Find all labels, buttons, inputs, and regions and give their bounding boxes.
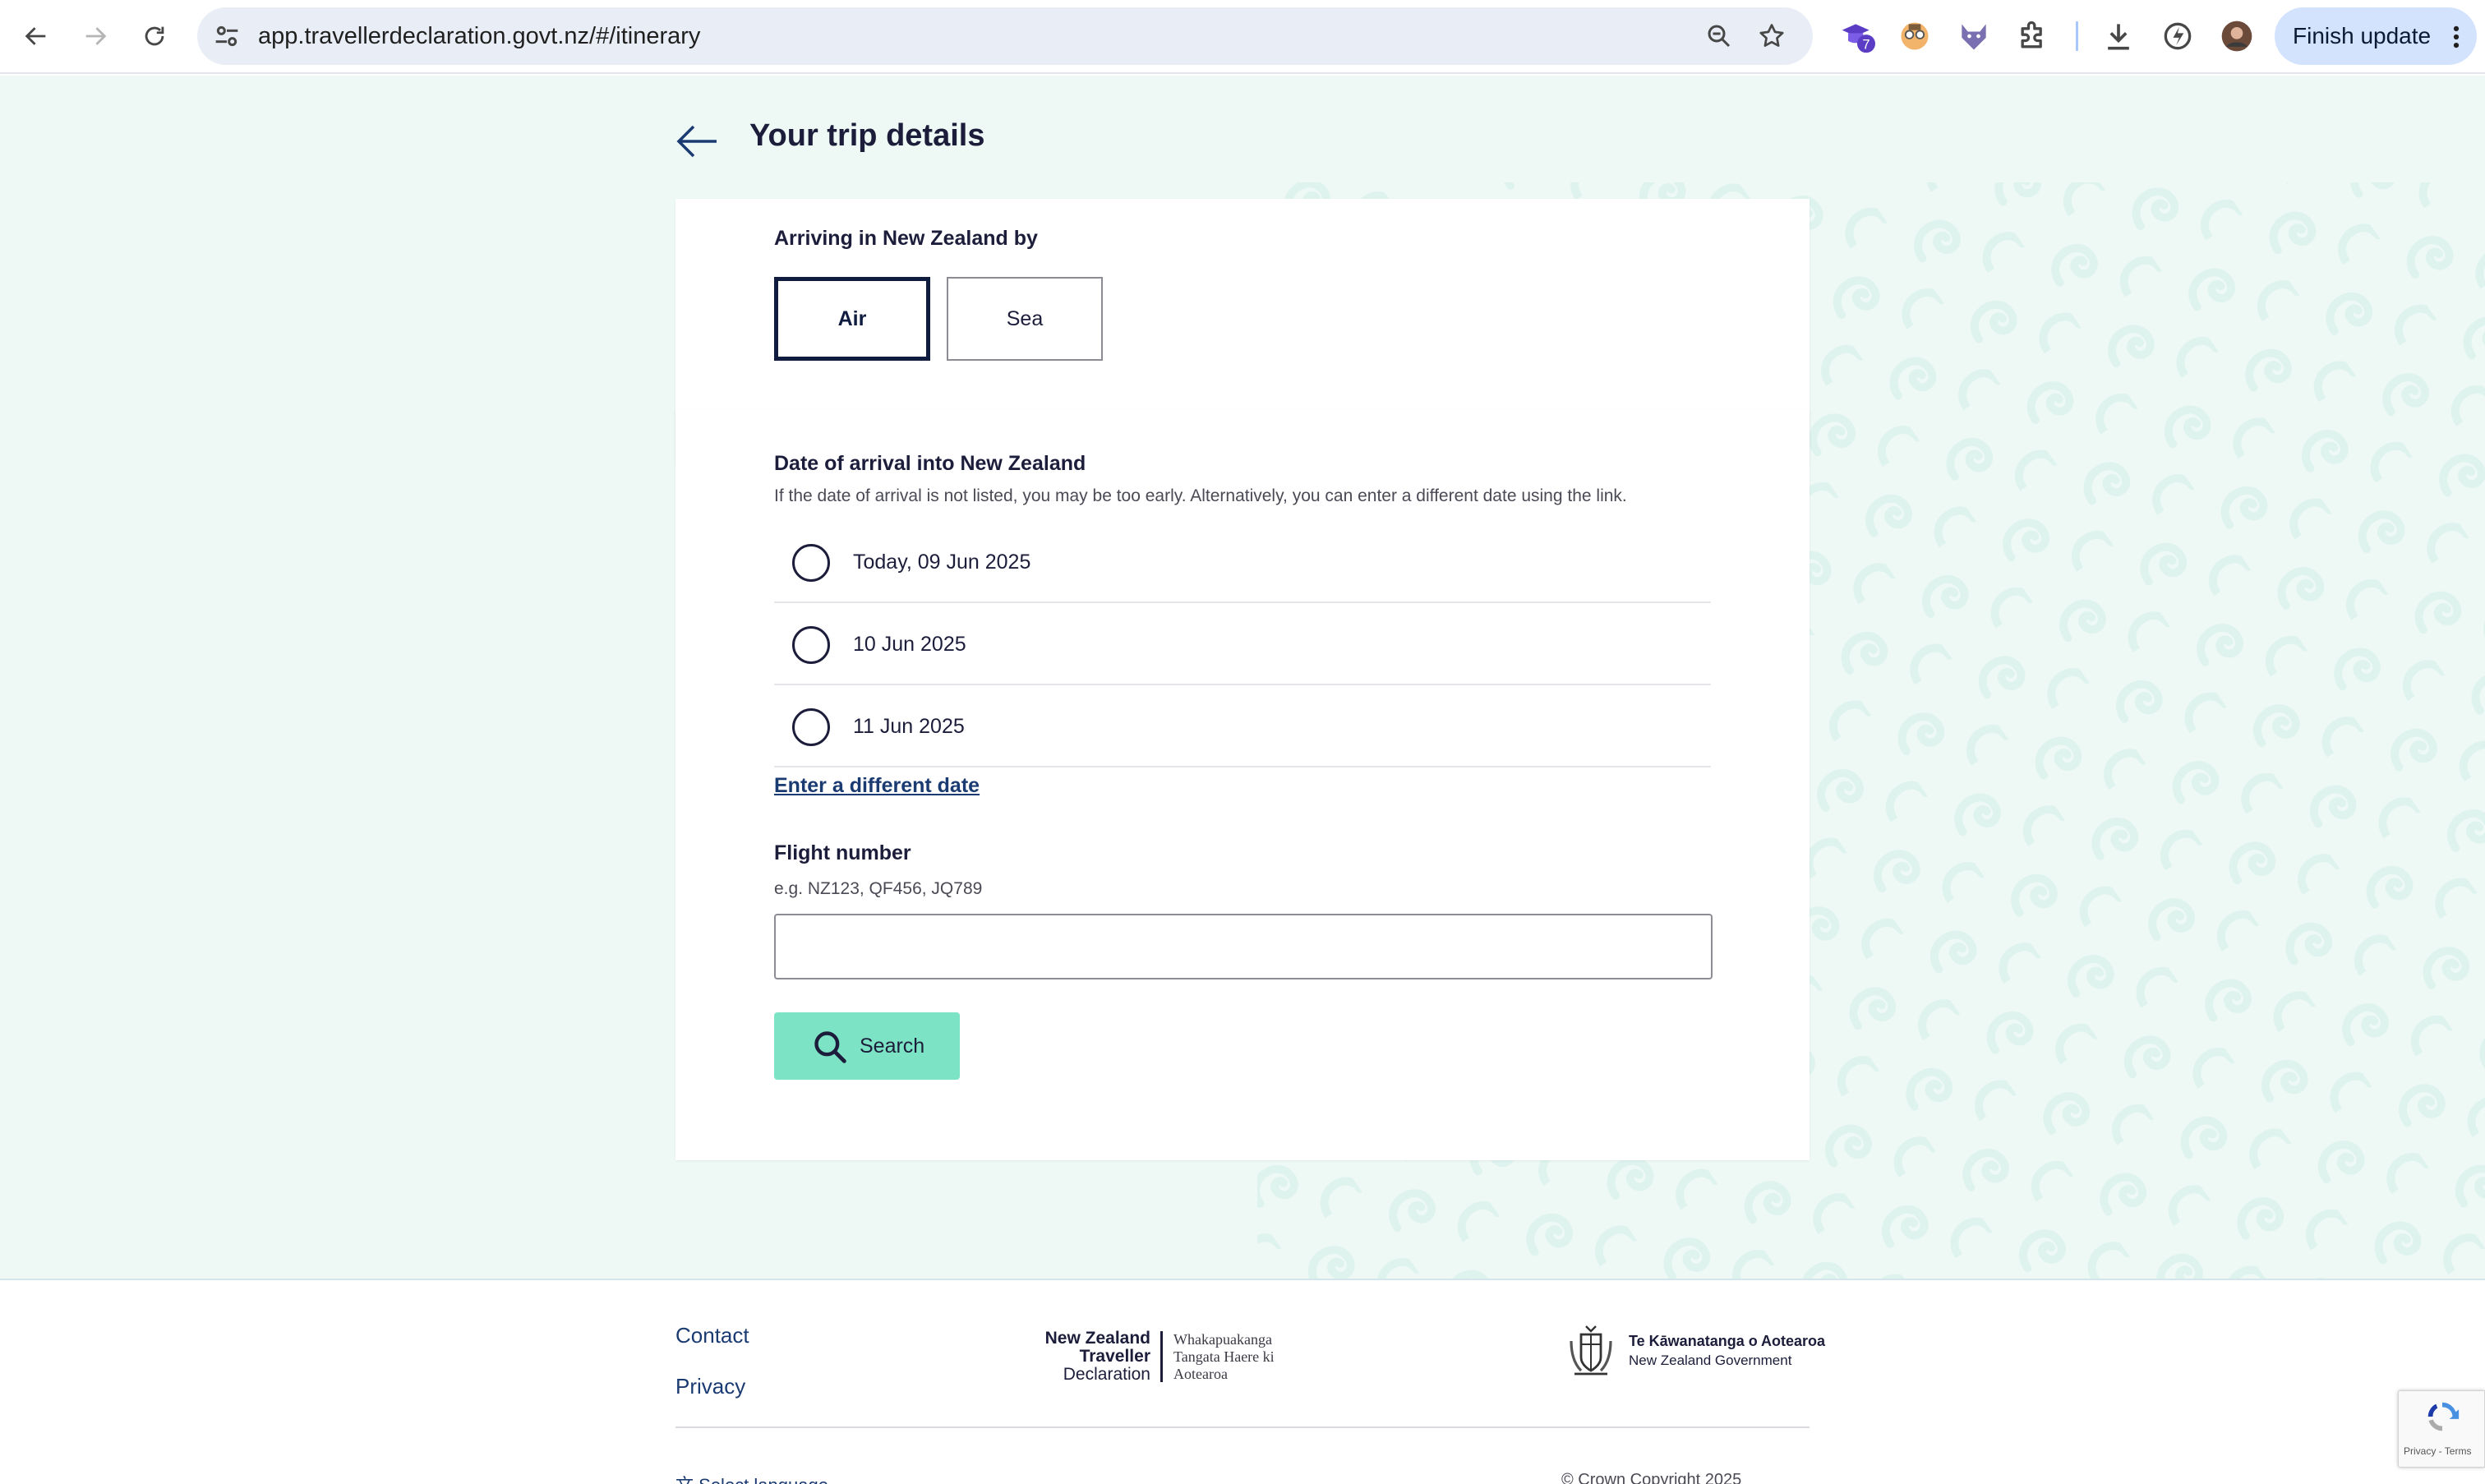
address-bar[interactable]: app.travellerdeclaration.govt.nz/#/itine… [197, 7, 1813, 65]
logo-mi-line-3: Aotearoa [1173, 1366, 1228, 1382]
govt-logo-english: New Zealand Government [1629, 1353, 1792, 1368]
logo-line-1: New Zealand [1044, 1329, 1150, 1348]
search-button-label: Search [860, 1035, 925, 1058]
more-vert-icon[interactable] [2452, 25, 2460, 48]
profile-avatar-icon[interactable] [2219, 18, 2255, 54]
enter-different-date-link[interactable]: Enter a different date [774, 774, 980, 798]
back-arrow-icon[interactable] [674, 122, 720, 161]
logo-line-2: Traveller [1079, 1347, 1150, 1366]
download-icon[interactable] [2100, 18, 2137, 54]
back-icon[interactable] [16, 16, 56, 56]
date-option-today[interactable]: Today, 09 Jun 2025 [774, 521, 1711, 603]
logo-english-text: New Zealand Traveller Declaration [1045, 1330, 1150, 1384]
puzzle-icon[interactable] [2015, 18, 2051, 54]
arrival-date-label: Date of arrival into New Zealand [774, 452, 1086, 475]
zoom-icon[interactable] [1704, 21, 1734, 51]
performance-icon[interactable] [2160, 18, 2196, 54]
date-option-label: 11 Jun 2025 [853, 715, 965, 738]
translate-icon: 文 [675, 1475, 694, 1484]
radio-button[interactable] [792, 544, 830, 582]
bookmark-star-icon[interactable] [1757, 21, 1787, 51]
date-option-10-jun[interactable]: 10 Jun 2025 [774, 603, 1711, 685]
flight-number-input[interactable] [774, 914, 1713, 979]
date-option-11-jun[interactable]: 11 Jun 2025 [774, 685, 1711, 767]
toolbar-divider [2076, 21, 2078, 51]
air-option-button[interactable]: Air [774, 277, 930, 361]
sea-option-button[interactable]: Sea [947, 277, 1103, 361]
logo-line-3: Declaration [1063, 1365, 1150, 1384]
footer: Contact Privacy New Zealand Traveller De… [0, 1279, 2485, 1484]
reload-icon[interactable] [135, 16, 174, 56]
logo-divider [1160, 1331, 1163, 1382]
finish-update-button[interactable]: Finish update [2275, 7, 2477, 65]
radio-button[interactable] [792, 708, 830, 746]
flight-number-label: Flight number [774, 841, 911, 864]
date-option-label: Today, 09 Jun 2025 [853, 551, 1031, 574]
site-info-icon[interactable] [210, 20, 243, 53]
nz-government-logo: Te Kāwanatanga o Aotearoa New Zealand Go… [1561, 1321, 1825, 1380]
arrival-details-card: Date of arrival into New Zealand If the … [675, 409, 1810, 1160]
logo-maori-text: Whakapuakanga Tangata Haere ki Aotearoa [1173, 1331, 1275, 1383]
logo-mi-line-1: Whakapuakanga [1173, 1331, 1272, 1348]
page-body: Your trip details Arriving in New Zealan… [0, 76, 2485, 1279]
flight-number-hint: e.g. NZ123, QF456, JQ789 [774, 879, 983, 898]
search-button[interactable]: Search [774, 1012, 960, 1080]
date-option-label: 10 Jun 2025 [853, 633, 966, 656]
page-title: Your trip details [749, 118, 985, 153]
extension-fox-icon[interactable] [1956, 18, 1992, 54]
browser-toolbar: app.travellerdeclaration.govt.nz/#/itine… [0, 0, 2485, 74]
extension-badge-icon[interactable]: 7 [1839, 18, 1875, 54]
radio-button[interactable] [792, 626, 830, 664]
traveller-declaration-logo: New Zealand Traveller Declaration Whakap… [1044, 1330, 1290, 1387]
privacy-link[interactable]: Privacy [675, 1374, 745, 1399]
select-language-label: Select language [698, 1475, 828, 1484]
logo-mi-line-2: Tangata Haere ki [1173, 1348, 1275, 1365]
recaptcha-badge[interactable]: Privacy - Terms [2398, 1390, 2485, 1468]
search-icon [814, 1031, 846, 1063]
recaptcha-links[interactable]: Privacy - Terms [2404, 1445, 2471, 1457]
finish-update-label: Finish update [2293, 23, 2432, 48]
select-language-link[interactable]: 文 Select language [675, 1471, 828, 1484]
arrival-date-hint: If the date of arrival is not listed, yo… [774, 486, 1627, 505]
extension-badge-count: 7 [1862, 38, 1870, 53]
arrival-mode-label: Arriving in New Zealand by [774, 227, 1038, 250]
url-text[interactable]: app.travellerdeclaration.govt.nz/#/itine… [258, 7, 700, 65]
contact-link[interactable]: Contact [675, 1323, 749, 1348]
recaptcha-icon [2427, 1402, 2460, 1431]
forward-icon[interactable] [76, 16, 115, 56]
extension-face-icon[interactable] [1897, 18, 1933, 54]
footer-divider [675, 1426, 1810, 1428]
copyright-text: © Crown Copyright 2025 [1561, 1471, 1742, 1484]
coat-of-arms-icon [1570, 1325, 1612, 1376]
govt-logo-maori: Te Kāwanatanga o Aotearoa [1629, 1333, 1826, 1349]
